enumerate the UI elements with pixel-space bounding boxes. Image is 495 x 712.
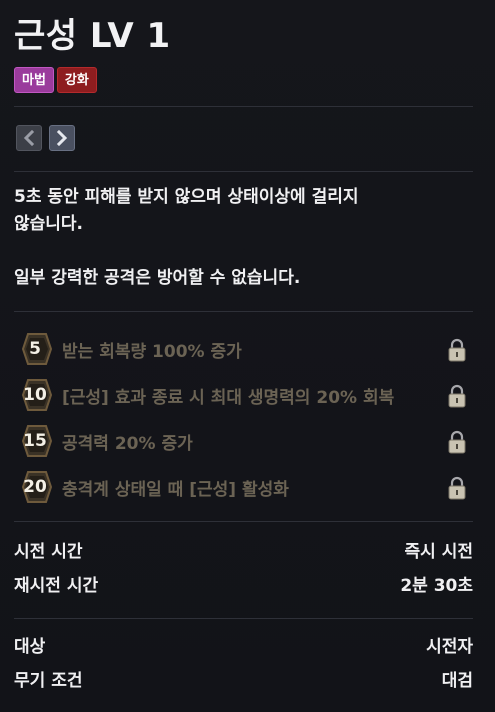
chevron-left-icon [23, 130, 35, 146]
tripod-level: 5 [29, 339, 41, 359]
tripod-level: 10 [23, 385, 47, 405]
tripod-row[interactable]: 10 [근성] 효과 종료 시 최대 생명력의 20% 회복 [20, 378, 473, 412]
prev-button[interactable] [16, 125, 42, 151]
divider [14, 521, 473, 522]
tripod-text: 충격계 상태일 때 [근성] 활성화 [62, 479, 289, 500]
tripod-row[interactable]: 15 공격력 20% 증가 [20, 424, 473, 458]
tag-enhance: 강화 [56, 67, 97, 93]
description-line: 일부 강력한 공격은 방어할 수 없습니다. [14, 268, 301, 288]
divider [14, 618, 473, 619]
skill-title: 근성 LV 1 [14, 16, 171, 56]
target-label: 대상 [14, 637, 46, 657]
description-line: 5초 동안 피해를 받지 않으며 상태이상에 걸리지 [14, 187, 359, 207]
tripod-level: 20 [23, 477, 47, 497]
tripod-text: 받는 회복량 100% 증가 [62, 341, 242, 362]
cooldown-label: 재시전 시간 [14, 576, 99, 596]
weapon-label: 무기 조건 [14, 671, 83, 691]
cast-time-value: 즉시 시전 [404, 542, 473, 562]
weapon-value: 대검 [441, 671, 473, 691]
skill-tags: 마법 강화 [14, 67, 97, 93]
tripod-level: 15 [23, 431, 47, 451]
divider [14, 106, 473, 107]
tripod-text: [근성] 효과 종료 시 최대 생명력의 20% 회복 [62, 387, 395, 408]
lock-icon [448, 476, 466, 500]
tripod-level-badge: 5 [20, 332, 54, 366]
lock-icon [448, 338, 466, 362]
tripod-level-badge: 10 [20, 378, 54, 412]
divider [14, 311, 473, 312]
tag-magic: 마법 [14, 67, 54, 93]
skill-tooltip: 근성 LV 1 마법 강화 5초 동안 피해를 받지 않으며 상태이상에 걸리지… [0, 0, 495, 712]
cast-time-row: 시전 시간 즉시 시전 [14, 540, 473, 564]
skill-description: 5초 동안 피해를 받지 않으며 상태이상에 걸리지 않습니다. 일부 강력한 … [14, 184, 454, 292]
tripod-text: 공격력 20% 증가 [62, 433, 193, 454]
divider [14, 171, 473, 172]
target-value: 시전자 [426, 637, 473, 657]
next-button[interactable] [49, 125, 75, 151]
tripod-level-badge: 15 [20, 424, 54, 458]
cooldown-row: 재시전 시간 2분 30초 [14, 574, 473, 598]
tripod-level-badge: 20 [20, 470, 54, 504]
cast-time-label: 시전 시간 [14, 542, 83, 562]
target-row: 대상 시전자 [14, 635, 473, 659]
chevron-right-icon [56, 130, 68, 146]
tripod-row[interactable]: 20 충격계 상태일 때 [근성] 활성화 [20, 470, 473, 504]
skill-nav [16, 125, 75, 151]
lock-icon [448, 430, 466, 454]
lock-icon [448, 384, 466, 408]
cooldown-value: 2분 30초 [400, 576, 473, 596]
description-line: 않습니다. [14, 214, 84, 234]
tripod-row[interactable]: 5 받는 회복량 100% 증가 [20, 332, 473, 366]
weapon-row: 무기 조건 대검 [14, 669, 473, 693]
